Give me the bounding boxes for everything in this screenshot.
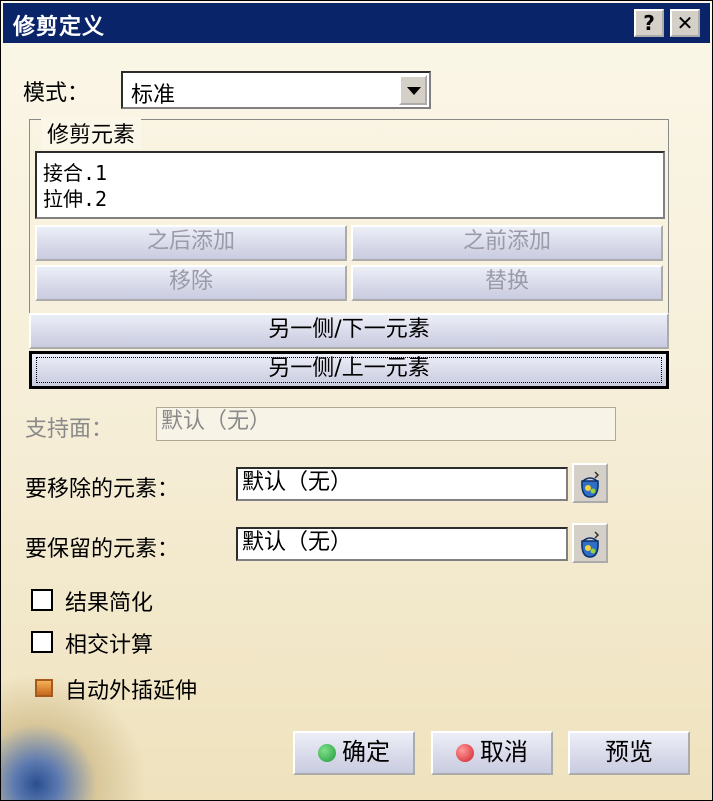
support-label: 支持面： (25, 417, 114, 442)
remove-selector-button[interactable] (572, 463, 608, 503)
mode-value: 标准 (131, 83, 176, 108)
ok-icon (318, 744, 336, 762)
trim-elements-list[interactable]: 接合.1 拉伸.2 (35, 151, 665, 219)
intersection-compute-label: 相交计算 (65, 633, 154, 658)
elements-to-keep-label: 要保留的元素： (25, 537, 180, 562)
help-button[interactable]: ? (634, 9, 664, 37)
list-item[interactable]: 拉伸.2 (43, 183, 107, 212)
elements-to-remove-label: 要移除的元素： (25, 477, 180, 502)
other-side-next-button[interactable]: 另一侧/下一元素 (29, 313, 669, 349)
ok-button[interactable]: 确定 (293, 731, 415, 775)
ok-label: 确定 (342, 738, 390, 766)
auto-extrapolation-checkbox[interactable] (35, 679, 53, 697)
mode-label: 模式： (23, 81, 90, 106)
bag-selector-icon (581, 471, 600, 498)
close-button[interactable]: ✕ (670, 9, 700, 37)
mode-dropdown[interactable]: 标准 (121, 71, 431, 109)
title-bar[interactable]: 修剪定义 ? ✕ (3, 3, 710, 43)
preview-button[interactable]: 预览 (568, 731, 690, 775)
cancel-label: 取消 (480, 738, 528, 766)
keep-selector-button[interactable] (572, 523, 608, 563)
trim-elements-group-label: 修剪元素 (41, 117, 142, 149)
simplify-result-checkbox[interactable] (31, 589, 53, 611)
dialog-title: 修剪定义 (13, 15, 106, 40)
add-after-button[interactable]: 之后添加 (35, 225, 347, 261)
auto-extrapolation-label: 自动外插延伸 (65, 679, 198, 704)
cancel-icon (456, 744, 474, 762)
intersection-compute-checkbox[interactable] (31, 631, 53, 653)
other-side-previous-button[interactable]: 另一侧/上一元素 (29, 351, 669, 389)
simplify-result-label: 结果简化 (65, 591, 154, 616)
cancel-button[interactable]: 取消 (431, 731, 553, 775)
elements-to-remove-field[interactable]: 默认（无） (236, 467, 568, 501)
list-item[interactable]: 接合.1 (43, 157, 107, 186)
elements-to-keep-field[interactable]: 默认（无） (236, 527, 568, 561)
add-before-button[interactable]: 之前添加 (351, 225, 663, 261)
remove-button[interactable]: 移除 (35, 265, 347, 301)
trim-definition-dialog: 修剪定义 ? ✕ 模式： 标准 修剪元素 接合.1 拉伸.2 之后添加 之前添加… (0, 0, 713, 801)
support-field: 默认（无） (156, 407, 616, 441)
other-side-previous-label: 另一侧/上一元素 (268, 356, 430, 381)
bag-selector-icon (581, 531, 600, 558)
chevron-down-icon[interactable] (399, 75, 427, 105)
replace-button[interactable]: 替换 (351, 265, 663, 301)
